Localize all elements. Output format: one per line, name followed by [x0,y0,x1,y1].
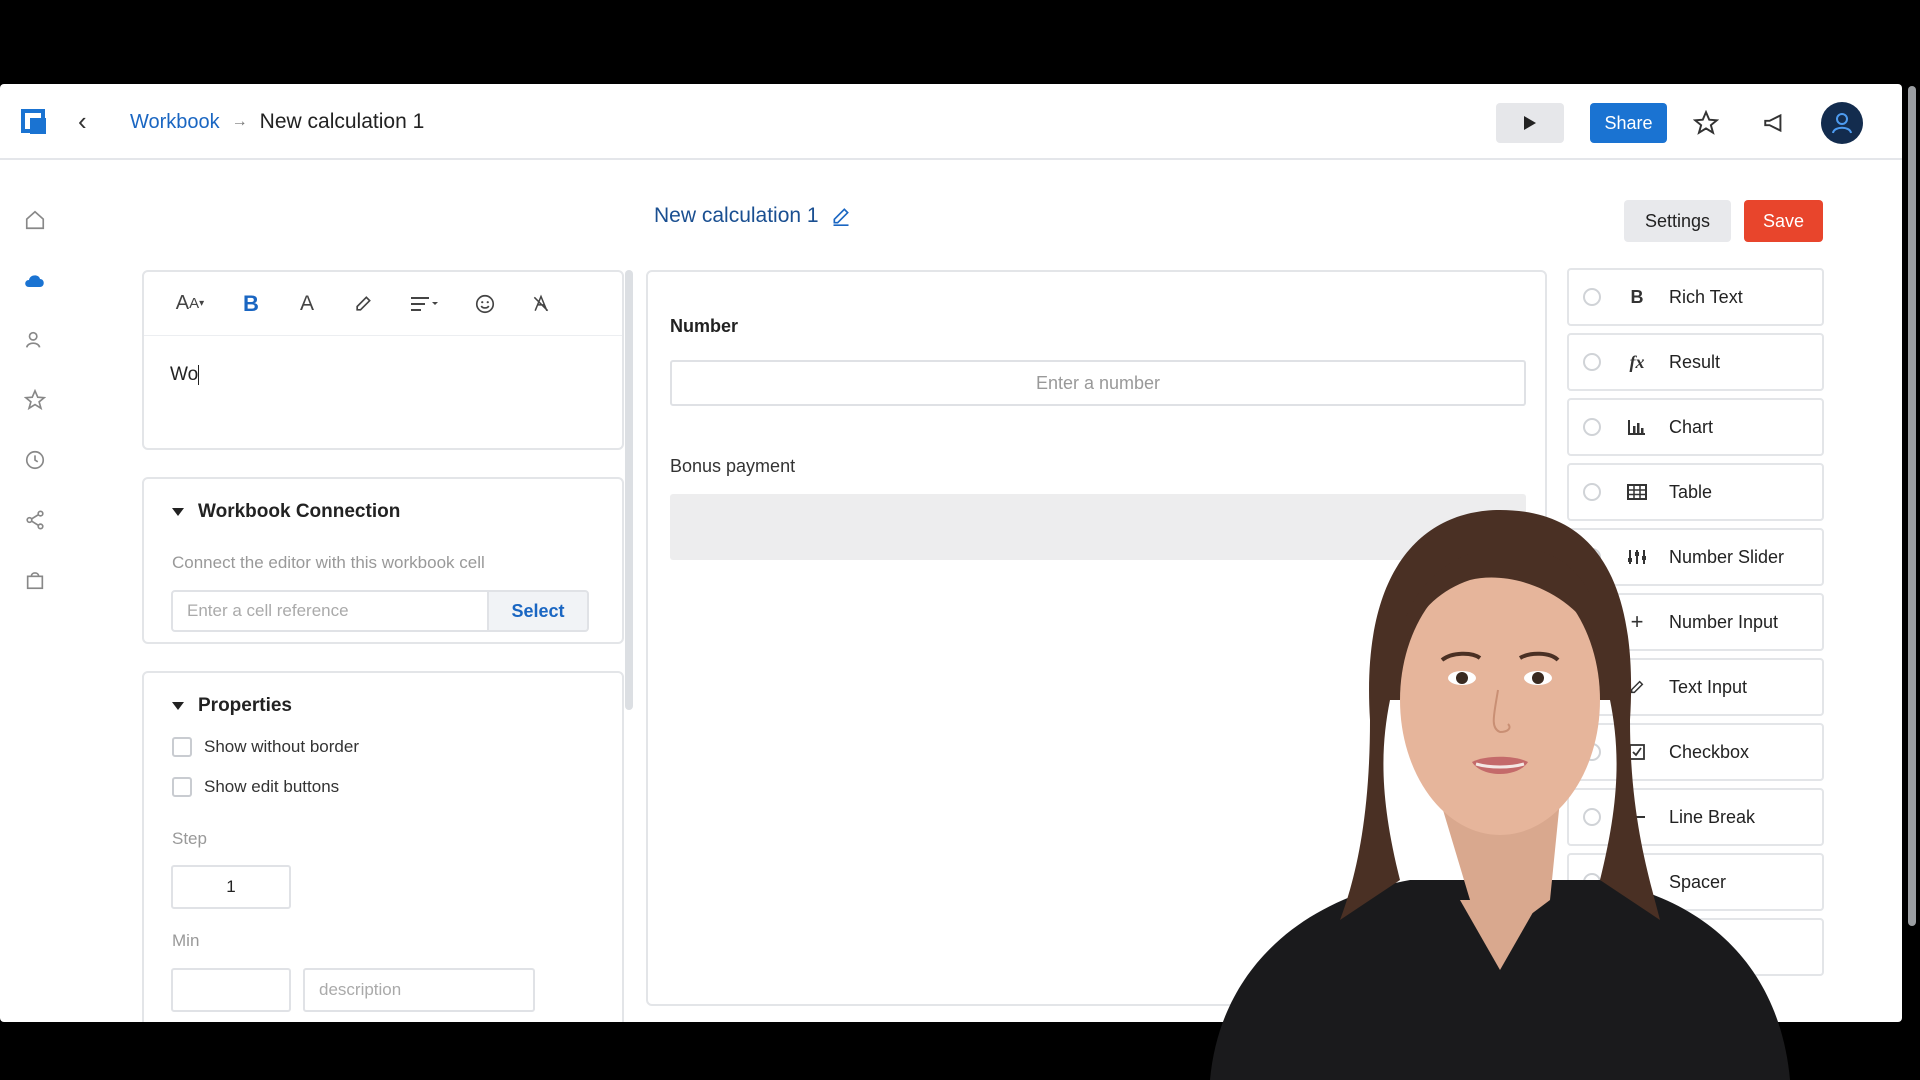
show-without-border-option[interactable]: Show without border [172,737,359,757]
show-without-border-checkbox[interactable] [172,737,192,757]
min-label: Min [172,931,200,950]
select-cell-button[interactable]: Select [487,590,589,632]
emoji-icon[interactable] [468,287,502,321]
avatar[interactable] [1821,102,1863,144]
edit-title-icon[interactable] [831,206,851,226]
min-description-input[interactable]: description [303,968,535,1012]
share-button[interactable]: Share [1590,103,1667,143]
editor-toolbar: A A ▾ B A [144,272,622,336]
breadcrumb-workbook-link[interactable]: Workbook [130,111,220,134]
share-icon[interactable] [20,505,50,535]
min-input[interactable] [171,968,291,1012]
editor-text: Wo [170,364,199,385]
connection-hint: Connect the editor with this workbook ce… [172,553,485,572]
user-icon [1832,113,1852,134]
back-icon[interactable]: ‹ [78,106,87,137]
top-bar: ‹ Workbook → New calculation 1 Share [0,84,1902,160]
step-input[interactable]: 1 [171,865,291,909]
run-button[interactable] [1496,103,1564,143]
text-caret [198,364,200,385]
play-icon [1524,116,1536,130]
page-title: New calculation 1 [654,204,851,228]
show-edit-buttons-checkbox[interactable] [172,777,192,797]
star-icon[interactable] [1689,106,1723,140]
font-size-icon[interactable]: A A ▾ [168,287,212,321]
widget-label: Chart [1669,416,1714,437]
bold-icon[interactable]: B [234,287,268,321]
highlight-icon[interactable] [346,287,380,321]
function-icon: fx [1629,351,1645,372]
step-label: Step [172,829,207,848]
cell-reference-input[interactable]: Enter a cell reference [171,590,489,632]
rich-text-editor: A A ▾ B A Wo [142,270,624,450]
collapse-triangle-icon [172,702,184,710]
align-icon[interactable] [402,287,446,321]
properties-section: Properties Show without border Show edit… [142,671,624,1022]
announcement-icon[interactable] [1758,106,1792,140]
bold-icon: B [1630,286,1644,307]
users-icon[interactable] [20,325,50,355]
drag-handle-icon[interactable] [1583,483,1601,501]
text-color-icon[interactable]: A [290,287,324,321]
workbook-connection-section: Workbook Connection Connect the editor w… [142,477,624,644]
sidebar [0,160,72,1022]
editor-content[interactable]: Wo [144,336,622,386]
presenter-video-overlay [1210,510,1790,1080]
drag-handle-icon[interactable] [1583,288,1601,306]
clear-format-icon[interactable] [524,287,558,321]
properties-header[interactable]: Properties [144,673,622,717]
cloud-icon[interactable] [20,265,50,295]
breadcrumb-arrow-icon: → [231,113,248,130]
show-edit-buttons-label: Show edit buttons [204,777,340,796]
widget-chart[interactable]: Chart [1567,398,1824,456]
favorites-icon[interactable] [20,385,50,415]
workbook-connection-title: Workbook Connection [198,501,401,522]
settings-button[interactable]: Settings [1624,200,1731,242]
number-input[interactable]: Enter a number [670,360,1526,406]
page-title-text: New calculation 1 [654,204,819,227]
number-label: Number [670,316,739,336]
drag-handle-icon[interactable] [1583,418,1601,436]
breadcrumb: Workbook → New calculation 1 [130,110,424,134]
drag-handle-icon[interactable] [1583,353,1601,371]
home-icon[interactable] [20,205,50,235]
app-logo-icon[interactable] [20,108,50,138]
page-scrollbar[interactable] [1908,86,1916,926]
collapse-triangle-icon [172,508,184,516]
history-icon[interactable] [20,445,50,475]
widget-label: Result [1669,351,1721,372]
left-panel-scrollbar[interactable] [625,270,633,710]
properties-title: Properties [198,695,292,716]
show-edit-buttons-option[interactable]: Show edit buttons [172,777,339,797]
widget-result[interactable]: fx Result [1567,333,1824,391]
shop-icon[interactable] [20,565,50,595]
save-button[interactable]: Save [1744,200,1823,242]
widget-rich-text[interactable]: B Rich Text [1567,268,1824,326]
bar-chart-icon [1625,415,1649,439]
widget-label: Rich Text [1669,286,1743,307]
show-without-border-label: Show without border [204,737,359,756]
bonus-payment-label: Bonus payment [670,456,796,476]
breadcrumb-current: New calculation 1 [259,110,425,133]
workbook-connection-header[interactable]: Workbook Connection [144,479,622,523]
